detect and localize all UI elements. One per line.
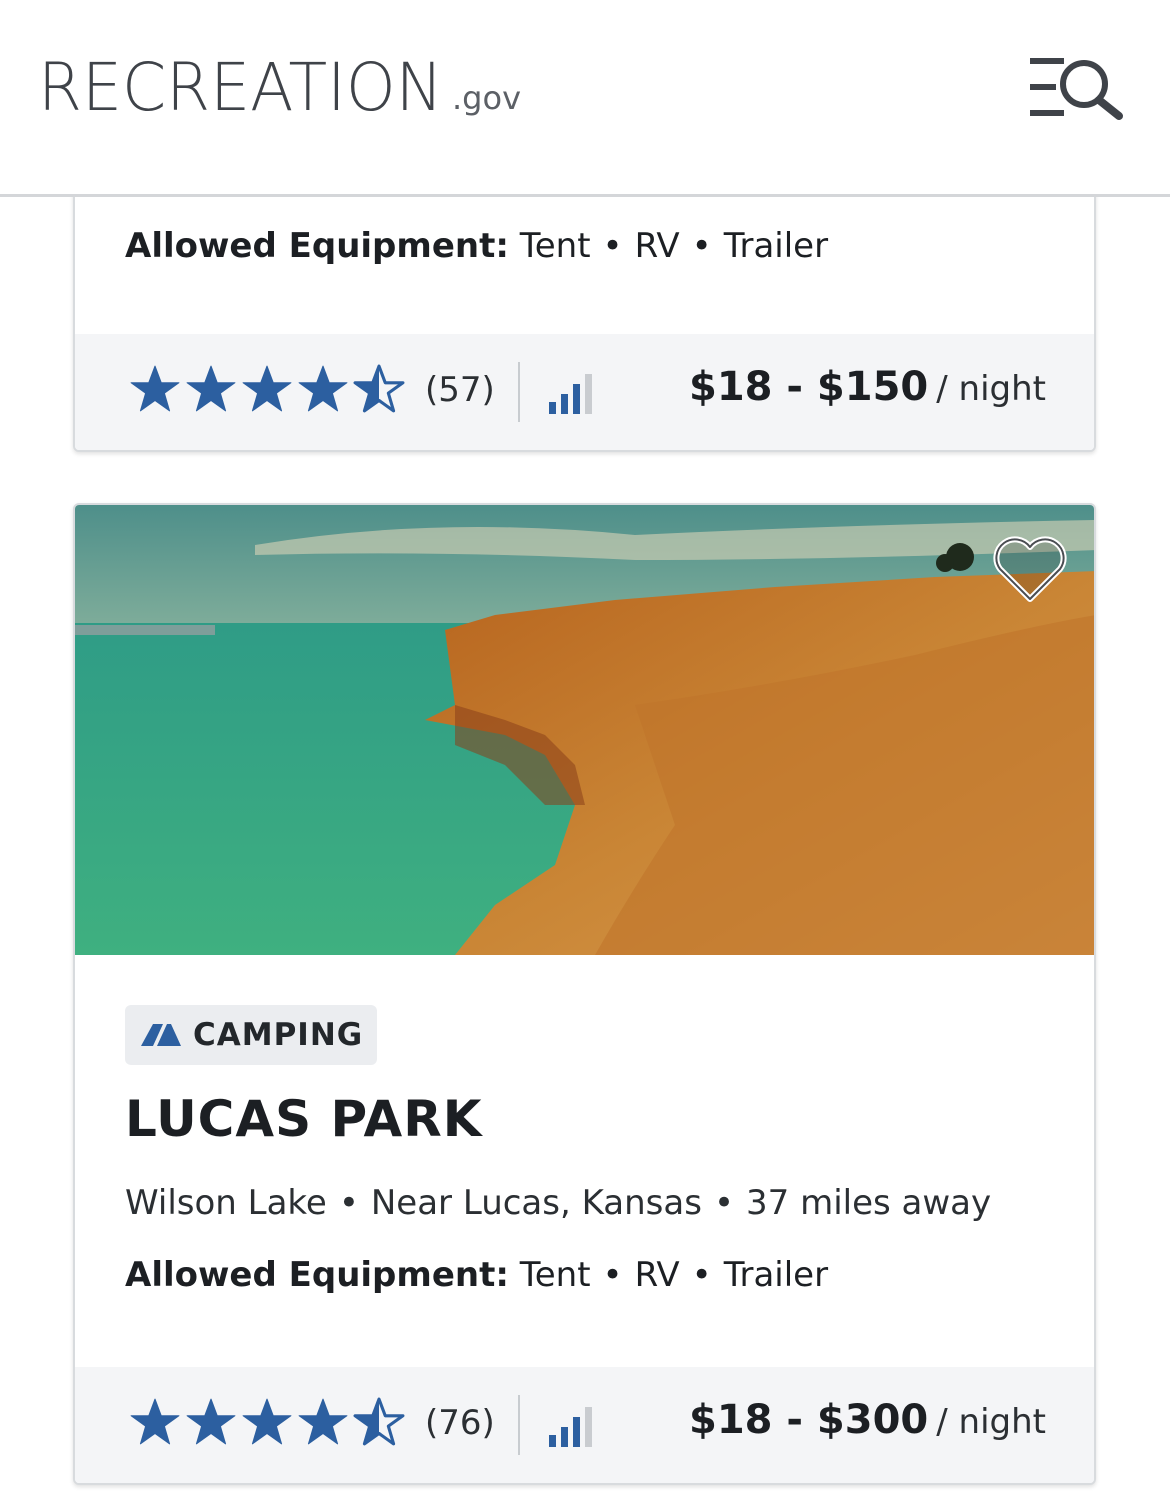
price-range: $18 - $150/ night bbox=[689, 364, 1046, 410]
equipment-rv: RV bbox=[634, 1255, 680, 1295]
campground-location: Wilson Lake • Near Lucas, Kansas • 37 miles … bbox=[125, 1183, 992, 1223]
equipment-tent: Tent bbox=[519, 226, 591, 266]
equipment-trailer: Trailer bbox=[723, 1255, 829, 1295]
allowed-equipment: Allowed Equipment: Tent • RV • Trailer bbox=[125, 1255, 829, 1295]
equipment-label: Allowed Equipment: bbox=[125, 1255, 509, 1295]
price-value: $18 - $300 bbox=[688, 1397, 929, 1443]
star-half-icon bbox=[353, 1397, 405, 1446]
campground-photo[interactable] bbox=[75, 505, 1096, 955]
divider bbox=[518, 1395, 520, 1455]
star-icon bbox=[130, 365, 180, 412]
star-icon bbox=[186, 1398, 236, 1445]
star-icon bbox=[242, 1398, 292, 1445]
category-badge: CAMPING bbox=[125, 1005, 378, 1065]
campground-title[interactable]: LUCAS PARK bbox=[125, 1090, 483, 1148]
equipment-trailer: Trailer bbox=[723, 226, 829, 266]
star-icon bbox=[242, 365, 292, 412]
star-half-icon bbox=[353, 364, 405, 413]
site-header: RECREATION .gov bbox=[0, 0, 1170, 197]
star-icon bbox=[298, 365, 348, 412]
heart-icon[interactable] bbox=[992, 535, 1068, 605]
recreation-gov-logo[interactable]: RECREATION .gov bbox=[38, 52, 521, 122]
price-range: $18 - $300/ night bbox=[689, 1397, 1046, 1443]
logo-text: RECREATION bbox=[38, 52, 443, 122]
star-rating bbox=[129, 364, 405, 414]
star-icon bbox=[298, 1398, 348, 1445]
location-distance: 37 miles away bbox=[746, 1183, 992, 1223]
card-footer: (76) $18 - $300/ night bbox=[75, 1367, 1094, 1483]
campground-card[interactable]: CAMPING LUCAS PARK Wilson Lake • Near Luca… bbox=[73, 503, 1096, 1485]
star-rating bbox=[129, 1397, 405, 1447]
rating-count: (76) bbox=[425, 1403, 495, 1443]
cell-signal-icon bbox=[549, 1407, 592, 1447]
price-unit: / night bbox=[936, 369, 1046, 409]
price-unit: / night bbox=[936, 1402, 1046, 1442]
star-icon bbox=[186, 365, 236, 412]
equipment-rv: RV bbox=[634, 226, 680, 266]
star-icon bbox=[130, 1398, 180, 1445]
divider bbox=[518, 362, 520, 422]
location-near: Near Lucas, Kansas bbox=[370, 1183, 702, 1223]
tent-icon bbox=[141, 1024, 181, 1046]
card-footer: (57) $18 - $150/ night bbox=[75, 334, 1094, 450]
equipment-label: Allowed Equipment: bbox=[125, 226, 509, 266]
category-label: CAMPING bbox=[193, 1017, 364, 1053]
allowed-equipment: Allowed Equipment: Tent • RV • Trailer bbox=[125, 226, 829, 266]
logo-wordmark: RECREATION bbox=[38, 52, 443, 122]
price-value: $18 - $150 bbox=[688, 364, 929, 410]
rating-count: (57) bbox=[425, 370, 495, 410]
cell-signal-icon bbox=[549, 374, 592, 414]
location-lake: Wilson Lake bbox=[125, 1183, 327, 1223]
menu-search-icon[interactable] bbox=[1026, 54, 1126, 120]
logo-tld: .gov bbox=[452, 79, 521, 117]
equipment-tent: Tent bbox=[519, 1255, 591, 1295]
